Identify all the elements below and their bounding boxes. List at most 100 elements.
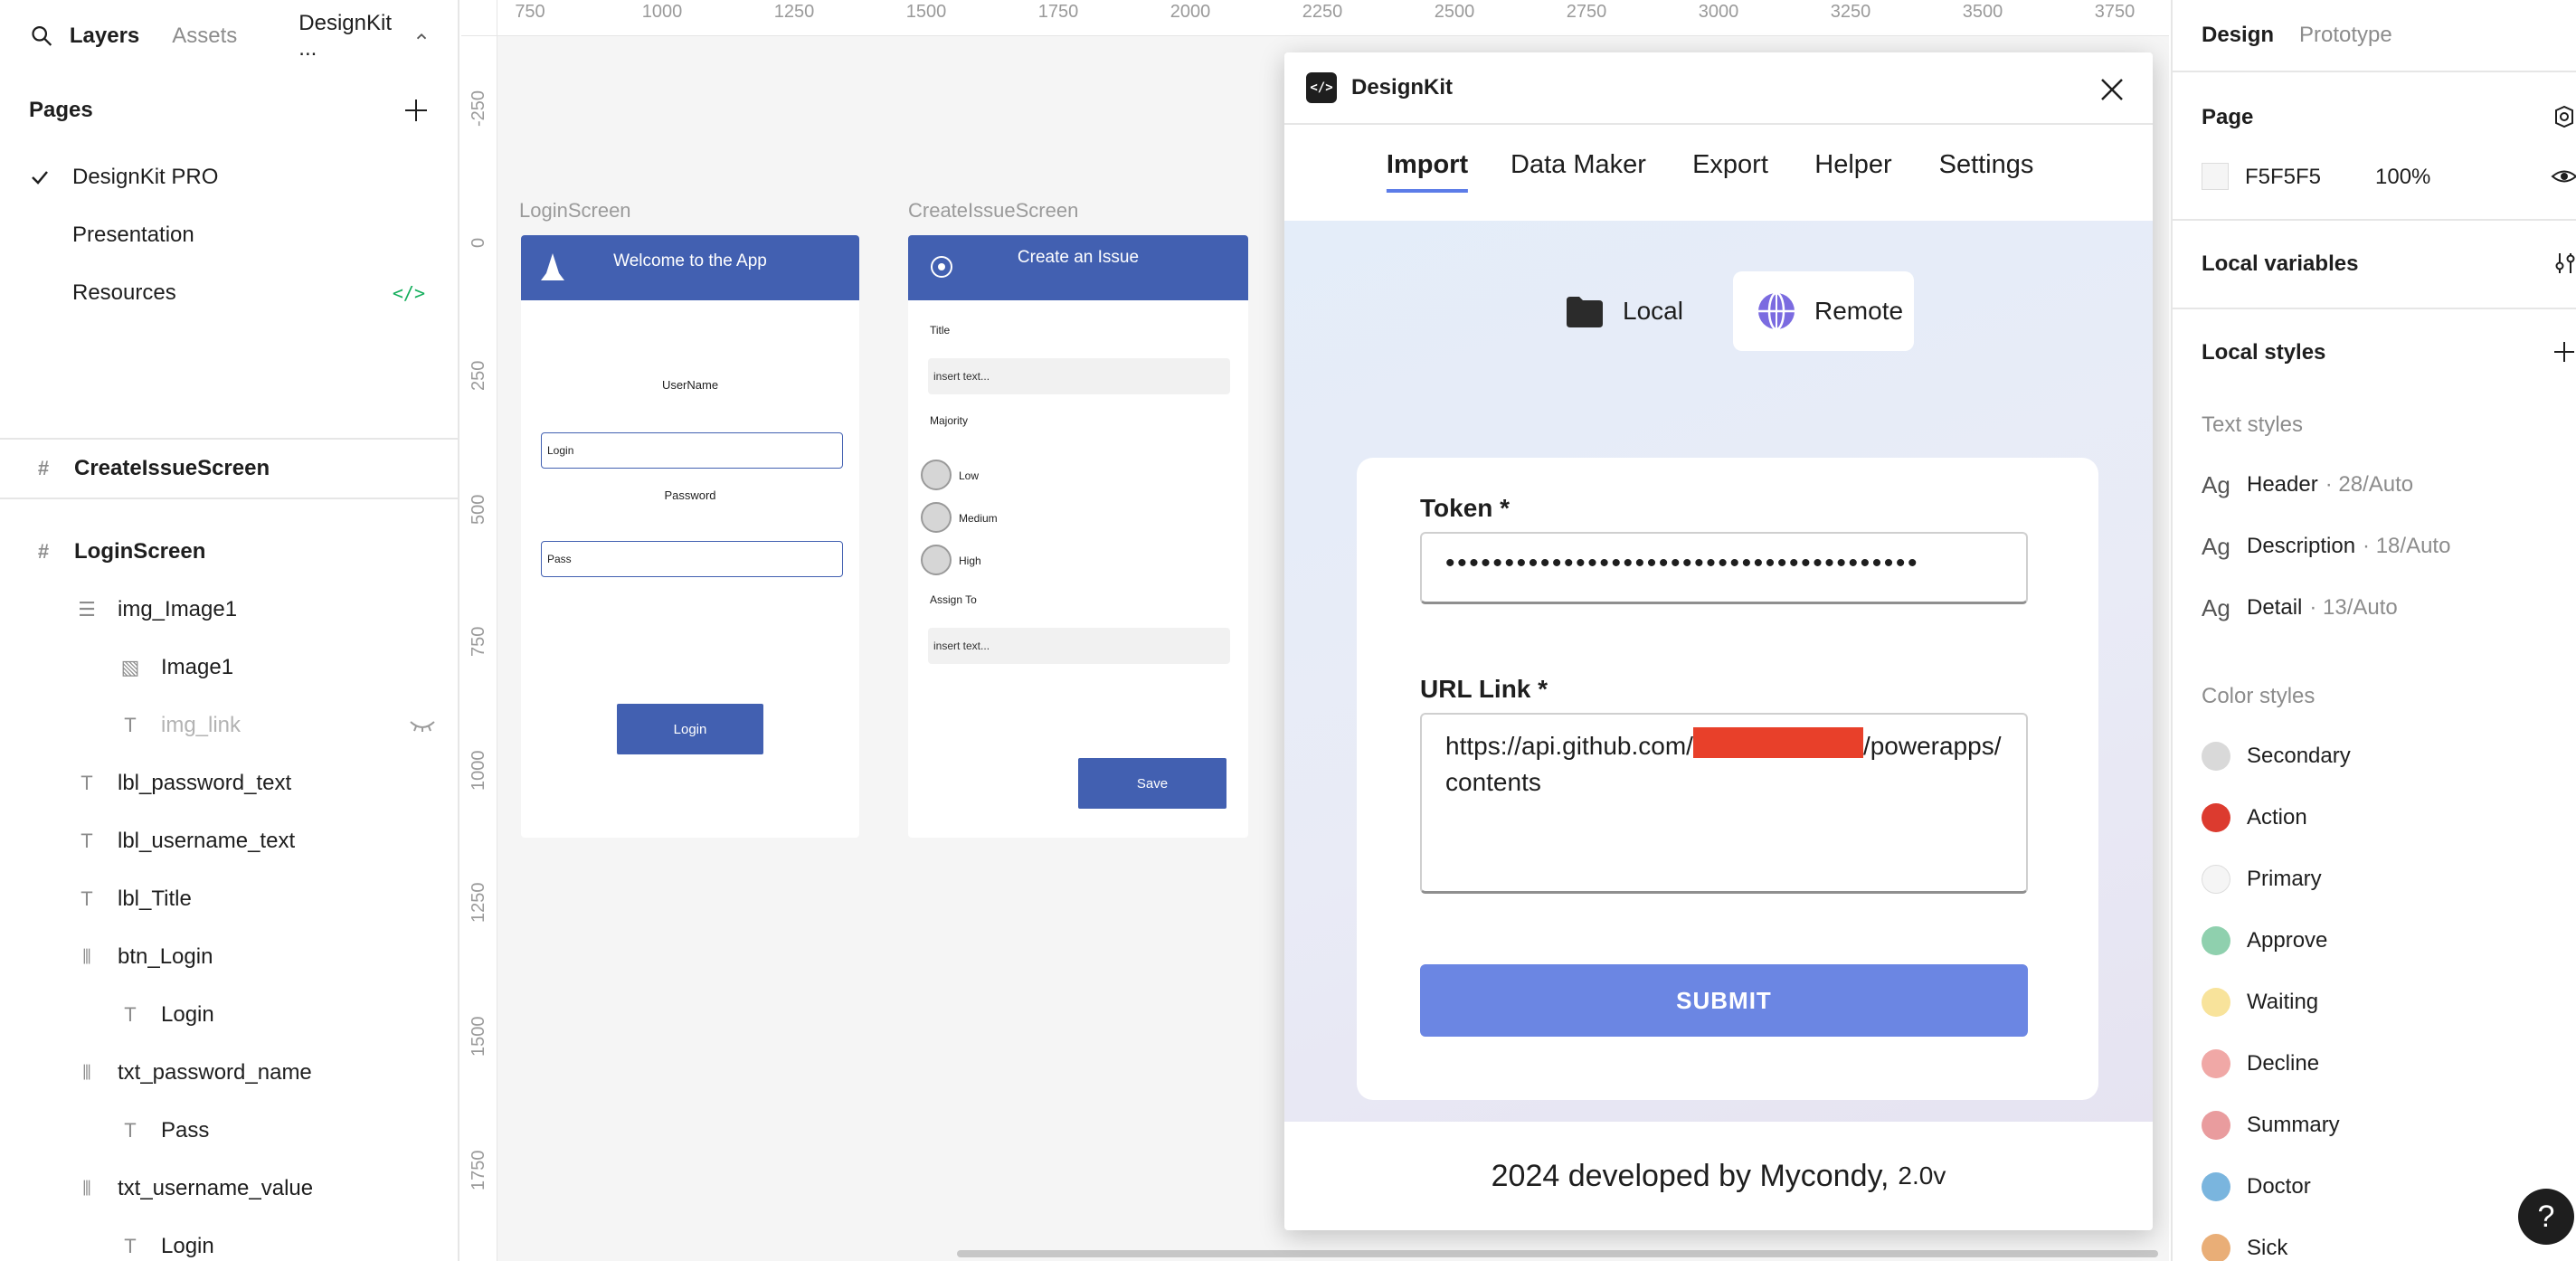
save-button: Save (1078, 758, 1226, 809)
color-style-summary[interactable]: Summary (2202, 1107, 2340, 1143)
layer-row-image1[interactable]: ▧ Image1 (0, 639, 458, 697)
layer-row-btn-login[interactable]: ⦀ btn_Login (0, 928, 458, 986)
ruler-tick-label: 3250 (1830, 2, 1871, 22)
url-textarea[interactable]: https://api.github.com//powerapps/conten… (1420, 713, 2028, 894)
page-item-designkit-pro[interactable]: DesignKit PRO (0, 148, 458, 206)
page-settings-icon[interactable] (2551, 103, 2576, 130)
layer-row-loginscreen[interactable]: # LoginScreen (0, 523, 458, 581)
add-style-icon[interactable] (2551, 338, 2576, 365)
close-icon[interactable] (2098, 76, 2126, 103)
tab-settings[interactable]: Settings (1939, 150, 2034, 180)
color-swatch (2202, 803, 2230, 832)
frame-label-loginscreen[interactable]: LoginScreen (519, 199, 631, 223)
create-issue-screen-frame[interactable]: Create an Issue Title insert text... Maj… (908, 235, 1248, 838)
ruler-tick-label: 2500 (1434, 2, 1475, 22)
tab-data-maker[interactable]: Data Maker (1511, 150, 1646, 180)
color-style-primary[interactable]: Primary (2202, 861, 2322, 897)
page-item-presentation[interactable]: Presentation (0, 206, 458, 264)
radio-label: Medium (959, 512, 998, 525)
color-style-action[interactable]: Action (2202, 800, 2307, 836)
radio-low (921, 460, 952, 490)
color-style-name: Primary (2247, 867, 2322, 891)
ruler-tick-label: 750 (515, 2, 545, 22)
ruler-tick-label: 1000 (469, 750, 488, 792)
text-style-meta: · 13/Auto (2309, 595, 2398, 620)
layer-row-login-text[interactable]: T Login (0, 986, 458, 1044)
token-input[interactable]: •••••••••••••••••••••••••••••••••••••••• (1420, 532, 2028, 604)
layer-label: img_link (161, 713, 242, 737)
submit-button[interactable]: SUBMIT (1420, 964, 2028, 1037)
text-style-name: Header (2247, 472, 2318, 497)
checkmark-icon (32, 171, 48, 185)
layer-row-img-link[interactable]: T img_link (0, 697, 458, 754)
search-icon[interactable] (29, 22, 55, 51)
layer-label: img_Image1 (118, 597, 238, 621)
layer-row-login-value-text[interactable]: T Login (0, 1218, 458, 1261)
frame-label-createissuescreen[interactable]: CreateIssueScreen (908, 199, 1078, 223)
layer-row-lbl-username-text[interactable]: T lbl_username_text (0, 812, 458, 870)
eye-icon[interactable] (2551, 163, 2576, 190)
page-color-swatch[interactable] (2202, 163, 2229, 190)
color-style-name: Waiting (2247, 990, 2319, 1014)
plugin-titlebar: </> DesignKit (1284, 52, 2153, 125)
layer-row-pass-text[interactable]: T Pass (0, 1102, 458, 1160)
layer-label: lbl_Title (118, 886, 192, 911)
text-style-header[interactable]: Ag Header · 28/Auto (2202, 467, 2413, 503)
tab-helper[interactable]: Helper (1814, 150, 1891, 180)
url-prefix: https://api.github.com/ (1445, 732, 1693, 760)
remote-source-button[interactable]: Remote (1733, 271, 1914, 351)
group-icon: ☰ (78, 598, 96, 621)
file-name-dropdown[interactable]: DesignKit ... (298, 11, 429, 62)
tab-import[interactable]: Import (1386, 150, 1469, 193)
text-style-detail[interactable]: Ag Detail · 13/Auto (2202, 590, 2398, 626)
color-style-decline[interactable]: Decline (2202, 1046, 2319, 1082)
color-style-waiting[interactable]: Waiting (2202, 984, 2318, 1020)
plugin-title: DesignKit (1351, 75, 1454, 100)
text-style-name: Detail (2247, 595, 2303, 620)
layer-row-createissuescreen[interactable]: # CreateIssueScreen (0, 440, 458, 498)
tab-export[interactable]: Export (1692, 150, 1768, 180)
variables-settings-icon[interactable] (2551, 250, 2576, 277)
page-color-value[interactable]: F5F5F5 (2245, 165, 2321, 190)
divider (0, 498, 458, 499)
text-style-description[interactable]: Ag Description · 18/Auto (2202, 528, 2450, 564)
login-screen-frame[interactable]: Welcome to the App UserName Login Passwo… (521, 235, 859, 838)
title-input: insert text... (928, 358, 1230, 394)
page-label: Resources (72, 280, 176, 305)
add-page-icon[interactable] (403, 98, 429, 123)
chevron-up-icon (416, 33, 427, 40)
color-style-secondary[interactable]: Secondary (2202, 738, 2351, 774)
layer-row-lbl-title[interactable]: T lbl_Title (0, 870, 458, 928)
color-style-approve[interactable]: Approve (2202, 923, 2327, 959)
tab-design[interactable]: Design (2202, 23, 2274, 48)
ruler-tick-label: 3500 (1962, 2, 2003, 22)
hidden-eye-icon[interactable] (409, 718, 436, 733)
ruler-tick-label: 1000 (641, 2, 683, 22)
text-style-icon: Ag (2202, 470, 2230, 498)
local-source-button[interactable]: Local (1541, 271, 1713, 351)
page-opacity-value[interactable]: 100% (2375, 165, 2430, 190)
layer-row-img-image1[interactable]: ☰ img_Image1 (0, 581, 458, 639)
color-swatch (2202, 742, 2230, 771)
help-button[interactable]: ? (2518, 1189, 2574, 1245)
text-style-name: Description (2247, 534, 2356, 558)
tab-layers[interactable]: Layers (70, 24, 139, 49)
remote-label: Remote (1814, 297, 1904, 325)
file-name: DesignKit ... (298, 11, 392, 61)
color-style-doctor[interactable]: Doctor (2202, 1169, 2311, 1205)
layer-row-txt-username-value[interactable]: ⦀ txt_username_value (0, 1160, 458, 1218)
color-style-sick[interactable]: Sick (2202, 1230, 2287, 1261)
layer-row-txt-password-name[interactable]: ⦀ txt_password_name (0, 1044, 458, 1102)
page-item-resources[interactable]: Resources </> (0, 264, 458, 322)
color-swatch (2202, 1111, 2230, 1140)
tab-assets[interactable]: Assets (172, 24, 237, 49)
horizontal-scrollbar[interactable] (957, 1250, 2158, 1257)
color-style-name: Secondary (2247, 744, 2351, 768)
token-masked-value: •••••••••••••••••••••••••••••••••••••••• (1445, 548, 1920, 578)
tab-prototype[interactable]: Prototype (2299, 23, 2392, 48)
layer-label: txt_password_name (118, 1060, 312, 1085)
ruler-corner (461, 0, 497, 36)
ruler-tick-label: 3750 (2094, 2, 2136, 22)
divider (2173, 219, 2576, 221)
layer-row-lbl-password-text[interactable]: T lbl_password_text (0, 754, 458, 812)
